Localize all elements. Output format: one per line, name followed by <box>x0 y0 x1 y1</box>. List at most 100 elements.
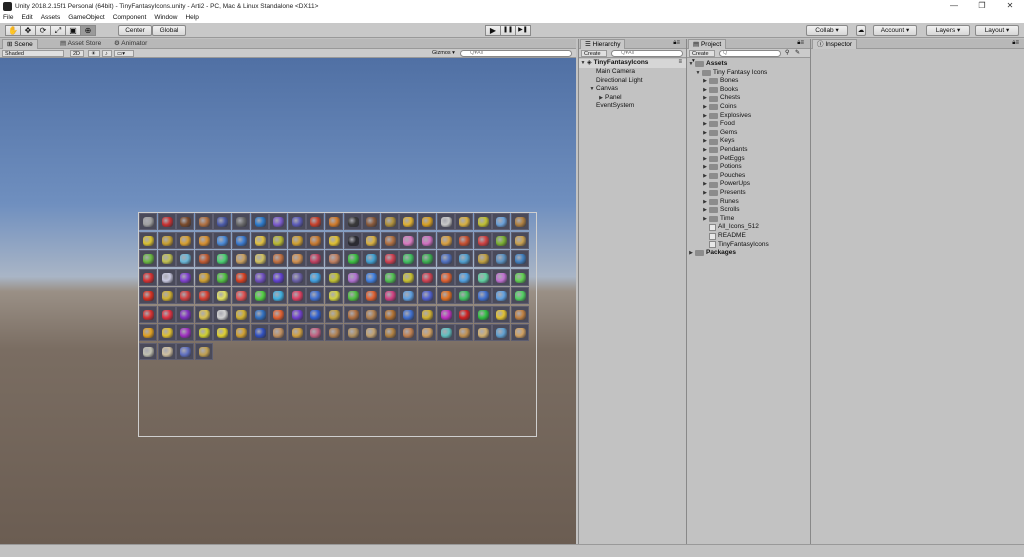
project-lock-icon[interactable]: 🔒︎≡ <box>797 40 804 47</box>
project-folder[interactable]: ▶ Chests <box>687 94 740 103</box>
play-button[interactable]: ▶ <box>485 25 501 36</box>
expand-arrow-icon[interactable]: ▶ <box>701 189 709 198</box>
tab-asset-store[interactable]: ▤ Asset Store <box>56 39 105 49</box>
tab-project[interactable]: ▤ Project <box>688 39 727 49</box>
project-folder[interactable]: ▶ Explosives <box>687 112 751 121</box>
minimize-button[interactable]: — <box>940 0 968 12</box>
audio-toggle-icon[interactable]: ♪ <box>102 50 112 57</box>
expand-arrow-icon[interactable]: ▶ <box>701 198 709 207</box>
project-folder[interactable]: ▶ Pouches <box>687 172 745 181</box>
project-file[interactable]: TinyFantasyIcons <box>687 241 769 250</box>
expand-arrow-icon[interactable]: ▶ <box>701 215 709 224</box>
project-folder[interactable]: ▶ Presents <box>687 189 746 198</box>
project-folder[interactable]: ▶ PetEggs <box>687 155 745 164</box>
project-folder[interactable]: ▶ Packages <box>687 249 736 258</box>
shading-dropdown[interactable]: Shaded <box>2 50 64 57</box>
transform-tool-icon[interactable]: ⊕ <box>80 25 96 36</box>
expand-arrow-icon[interactable]: ▶ <box>701 172 709 181</box>
project-folder[interactable]: ▶ Runes <box>687 198 739 207</box>
project-folder[interactable]: ▶ Coins <box>687 103 737 112</box>
project-file[interactable]: All_Icons_512 <box>687 223 759 232</box>
hierarchy-item[interactable]: Main Camera <box>579 68 635 77</box>
menu-help[interactable]: Help <box>185 14 198 21</box>
tab-scene[interactable]: ⊞ Scene <box>2 39 38 49</box>
expand-arrow-icon[interactable]: ▶ <box>701 206 709 215</box>
space-toggle[interactable]: Global <box>152 25 186 36</box>
expand-arrow-icon[interactable]: ▶ <box>701 155 709 164</box>
expand-arrow-icon[interactable]: ▶ <box>701 146 709 155</box>
menu-component[interactable]: Component <box>113 14 147 21</box>
project-search-input[interactable]: Q <box>719 50 781 57</box>
pause-button[interactable]: ❚❚ <box>500 25 516 36</box>
menu-file[interactable]: File <box>3 14 13 21</box>
rotate-tool-icon[interactable]: ⟳ <box>35 25 51 36</box>
hierarchy-item[interactable]: ▶ Panel <box>579 94 622 103</box>
menu-edit[interactable]: Edit <box>21 14 32 21</box>
expand-arrow-icon[interactable]: ▶ <box>701 137 709 146</box>
expand-arrow-icon[interactable]: ▶ <box>701 94 709 103</box>
project-file[interactable]: README <box>687 232 746 241</box>
hierarchy-search-input[interactable]: Q▾All <box>611 50 683 57</box>
project-folder[interactable]: ▶ Books <box>687 86 738 95</box>
expand-arrow-icon[interactable]: ▶ <box>701 163 709 172</box>
project-folder[interactable]: ▶ Keys <box>687 137 734 146</box>
hierarchy-item[interactable]: EventSystem <box>579 102 634 111</box>
lighting-toggle-icon[interactable]: ☀ <box>88 50 100 57</box>
restore-button[interactable]: ❐ <box>968 0 996 12</box>
expand-arrow-icon[interactable]: ▶ <box>687 249 695 258</box>
project-folder[interactable]: ▼ Tiny Fantasy Icons <box>687 69 767 78</box>
expand-arrow-icon[interactable]: ▼ <box>579 59 587 68</box>
cloud-icon[interactable]: ☁ <box>856 25 866 36</box>
scene-search-input[interactable]: Q▾All <box>460 50 572 57</box>
panel-lock-icon[interactable]: 🔒︎≡ <box>673 40 680 47</box>
project-folder[interactable]: ▶ Potions <box>687 163 742 172</box>
expand-arrow-icon[interactable]: ▼ <box>687 60 695 69</box>
mode-2d-toggle[interactable]: 2D <box>70 50 84 57</box>
account-dropdown[interactable]: Account ▾ <box>873 25 917 36</box>
project-folder[interactable]: ▶ Food <box>687 120 735 129</box>
expand-arrow-icon[interactable]: ▶ <box>701 77 709 86</box>
filter-type-icon[interactable]: ⚲ <box>785 49 789 56</box>
gizmos-dropdown[interactable]: Gizmos ▾ <box>430 50 458 57</box>
effects-dropdown-icon[interactable]: ▭▾ <box>114 50 134 57</box>
tab-inspector[interactable]: ⓘ Inspector <box>812 39 858 49</box>
rect-tool-icon[interactable]: ▣ <box>65 25 81 36</box>
hierarchy-item[interactable]: Directional Light <box>579 77 643 86</box>
expand-arrow-icon[interactable]: ▼ <box>588 85 596 94</box>
layers-dropdown[interactable]: Layers ▾ <box>926 25 970 36</box>
layout-dropdown[interactable]: Layout ▾ <box>975 25 1019 36</box>
project-folder[interactable]: ▶ Gems <box>687 129 737 138</box>
hierarchy-create-button[interactable]: Create ▾ <box>581 50 607 64</box>
project-folder[interactable]: ▼ Assets <box>687 60 727 69</box>
expand-arrow-icon[interactable]: ▼ <box>694 69 702 78</box>
expand-arrow-icon[interactable]: ▶ <box>701 180 709 189</box>
expand-arrow-icon[interactable]: ▶ <box>701 112 709 121</box>
scene-menu-icon[interactable]: ≡ <box>678 59 682 65</box>
hierarchy-item[interactable]: ▼ Canvas <box>579 85 619 94</box>
move-tool-icon[interactable]: ✥ <box>20 25 36 36</box>
tab-hierarchy[interactable]: ☰ Hierarchy <box>580 39 626 49</box>
scene-root[interactable]: ▼ ◈ TinyFantasyIcons <box>579 59 649 68</box>
expand-arrow-icon[interactable]: ▶ <box>597 94 605 103</box>
close-button[interactable]: ✕ <box>996 0 1024 12</box>
scene-header-row[interactable]: ▼ ◈ TinyFantasyIcons ≡ <box>579 59 686 68</box>
expand-arrow-icon[interactable]: ▶ <box>701 103 709 112</box>
project-create-button[interactable]: Create ▾ <box>689 50 715 64</box>
hand-tool-icon[interactable]: ✋ <box>5 25 21 36</box>
pivot-toggle[interactable]: Center <box>118 25 152 36</box>
menu-window[interactable]: Window <box>154 14 177 21</box>
tab-animator[interactable]: ⚙ Animator <box>110 39 151 49</box>
collab-button[interactable]: Collab ▾ <box>806 25 848 36</box>
filter-label-icon[interactable]: ✎ <box>795 49 800 56</box>
project-folder[interactable]: ▶ Bones <box>687 77 738 86</box>
menu-assets[interactable]: Assets <box>41 14 61 21</box>
expand-arrow-icon[interactable]: ▶ <box>701 86 709 95</box>
expand-arrow-icon[interactable]: ▶ <box>701 129 709 138</box>
project-folder[interactable]: ▶ Pendants <box>687 146 747 155</box>
scale-tool-icon[interactable]: ⤢ <box>50 25 66 36</box>
project-folder[interactable]: ▶ Scrolls <box>687 206 740 215</box>
inspector-lock-icon[interactable]: 🔒︎≡ <box>1012 40 1019 47</box>
scene-viewport[interactable] <box>0 58 576 544</box>
step-button[interactable]: ▶❚ <box>515 25 531 36</box>
project-folder[interactable]: ▶ PowerUps <box>687 180 750 189</box>
